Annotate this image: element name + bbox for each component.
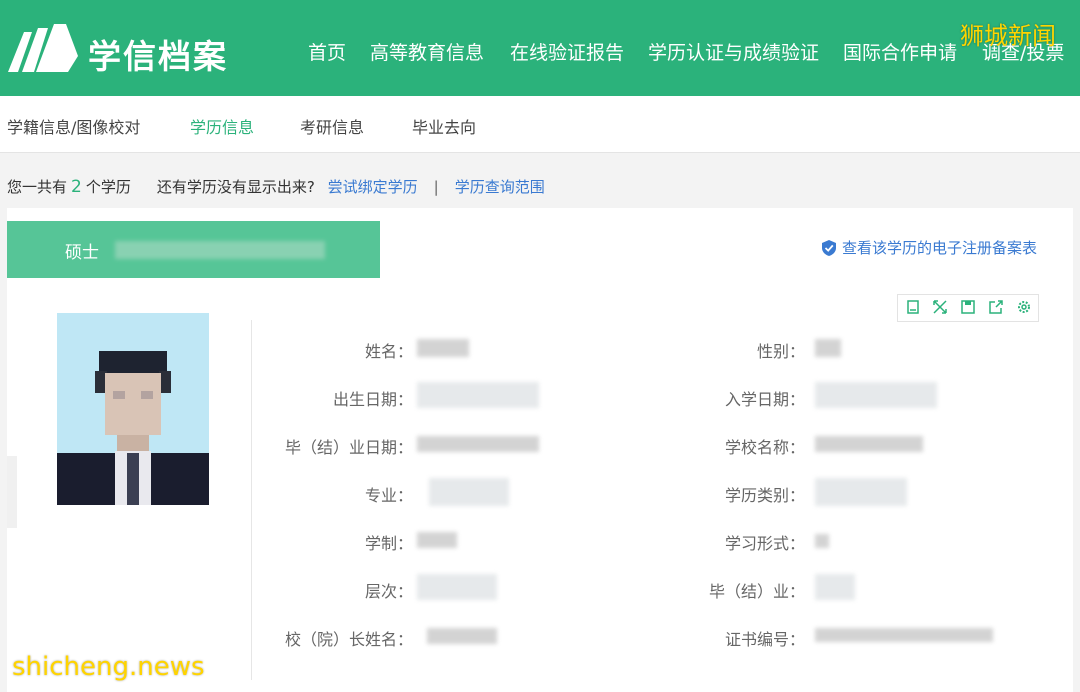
redacted-major bbox=[429, 478, 509, 506]
tab-graduation-destination[interactable]: 毕业去向 bbox=[412, 114, 476, 138]
redacted-graduation-date bbox=[417, 436, 539, 452]
top-header: 学信档案 首页 高等教育信息 在线验证报告 学历认证与成绩验证 国际合作申请 调… bbox=[0, 0, 1080, 96]
nav-higher-education[interactable]: 高等教育信息 bbox=[370, 38, 484, 65]
label-school-name: 学校名称： bbox=[724, 438, 805, 457]
redacted-president-name bbox=[427, 628, 497, 644]
summary-suffix: 个学历 bbox=[85, 178, 131, 196]
registration-record-label: 查看该学历的电子注册备案表 bbox=[841, 239, 1037, 257]
degree-tab[interactable]: 硕士 bbox=[7, 221, 380, 278]
redacted-name bbox=[417, 339, 469, 357]
separator: | bbox=[433, 178, 439, 196]
tab-postgrad-exam[interactable]: 考研信息 bbox=[300, 114, 364, 138]
query-scope-link[interactable]: 学历查询范围 bbox=[455, 178, 545, 196]
fullscreen-icon[interactable] bbox=[933, 300, 947, 314]
label-study-mode: 学习形式： bbox=[724, 534, 805, 553]
column-divider bbox=[251, 320, 252, 680]
nav-international[interactable]: 国际合作申请 bbox=[843, 38, 957, 65]
label-duration: 学制： bbox=[364, 534, 413, 553]
record-toolbar bbox=[897, 294, 1039, 322]
label-name: 姓名： bbox=[364, 342, 413, 361]
degree-level: 硕士 bbox=[65, 243, 99, 263]
redacted-birth-date bbox=[417, 382, 539, 408]
scroll-edge bbox=[7, 456, 17, 528]
brand-title[interactable]: 学信档案 bbox=[88, 30, 228, 78]
label-level: 层次： bbox=[364, 582, 413, 601]
redacted-school-name bbox=[115, 241, 325, 259]
nav-certification[interactable]: 学历认证与成绩验证 bbox=[648, 38, 819, 65]
redacted-certificate-number bbox=[815, 628, 993, 642]
redacted-study-mode bbox=[815, 534, 829, 548]
degree-record-card: 硕士 查看该学历的电子注册备案表 姓名： 出生日期： 毕（结）业日期： 专业： … bbox=[7, 208, 1073, 692]
source-watermark: 狮城新闻 bbox=[960, 22, 1056, 50]
redacted-level bbox=[417, 574, 497, 600]
degree-count: 2 bbox=[71, 177, 82, 197]
bind-degree-link[interactable]: 尝试绑定学历 bbox=[328, 178, 418, 196]
registration-record-link[interactable]: 查看该学历的电子注册备案表 bbox=[821, 237, 1037, 258]
degree-summary: 您一共有 2 个学历 还有学历没有显示出来? 尝试绑定学历 | 学历查询范围 bbox=[7, 176, 545, 197]
redacted-gender bbox=[815, 339, 841, 357]
label-graduation-status: 毕（结）业： bbox=[708, 582, 805, 601]
document-icon[interactable] bbox=[906, 300, 920, 314]
redacted-graduation-status bbox=[815, 574, 855, 600]
label-president-name: 校（院）长姓名： bbox=[284, 630, 413, 649]
redacted-duration bbox=[417, 532, 457, 548]
label-certificate-number: 证书编号： bbox=[724, 630, 805, 649]
save-icon[interactable] bbox=[961, 300, 975, 314]
sub-nav: 学籍信息/图像校对 学历信息 考研信息 毕业去向 bbox=[0, 96, 1080, 153]
id-photo bbox=[57, 313, 209, 505]
tab-student-status[interactable]: 学籍信息/图像校对 bbox=[7, 114, 140, 138]
chsi-logo-icon bbox=[8, 24, 78, 72]
label-birth-date: 出生日期： bbox=[332, 390, 413, 409]
nav-home[interactable]: 首页 bbox=[308, 38, 346, 65]
missing-degree-question: 还有学历没有显示出来? bbox=[156, 178, 315, 196]
label-degree-type: 学历类别： bbox=[724, 486, 805, 505]
settings-icon[interactable] bbox=[1017, 300, 1031, 314]
export-icon[interactable] bbox=[989, 300, 1003, 314]
redacted-enrollment-date bbox=[815, 382, 937, 408]
label-major: 专业： bbox=[364, 486, 413, 505]
redacted-school-name bbox=[815, 436, 923, 452]
summary-prefix: 您一共有 bbox=[7, 178, 68, 196]
nav-online-report[interactable]: 在线验证报告 bbox=[510, 38, 624, 65]
label-graduation-date: 毕（结）业日期： bbox=[284, 438, 413, 457]
label-enrollment-date: 入学日期： bbox=[724, 390, 805, 409]
site-watermark: shicheng.news bbox=[12, 652, 205, 682]
label-gender: 性别： bbox=[756, 342, 805, 361]
shield-check-icon bbox=[821, 240, 836, 256]
redacted-degree-type bbox=[815, 478, 907, 506]
tab-degree-info[interactable]: 学历信息 bbox=[190, 114, 254, 138]
